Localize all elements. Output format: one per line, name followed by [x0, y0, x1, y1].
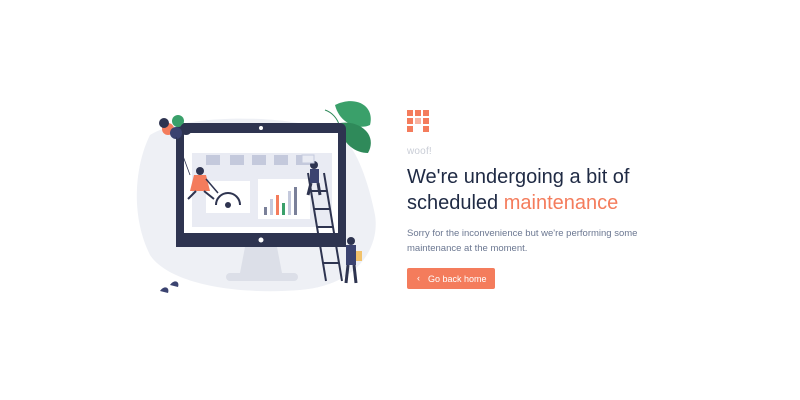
- maintenance-content: woof! We're undergoing a bit of schedule…: [407, 110, 707, 289]
- page-title-line2-prefix: scheduled: [407, 192, 504, 214]
- maintenance-illustration: [130, 95, 390, 305]
- brand-logo-icon: [407, 110, 429, 132]
- page-description: Sorry for the inconvenience but we're pe…: [407, 228, 638, 254]
- maintenance-page: woof! We're undergoing a bit of schedule…: [0, 0, 800, 400]
- monitor-illustration-graphic: [136, 101, 376, 293]
- eyebrow-text: woof!: [407, 146, 432, 157]
- page-title: We're undergoing a bit of scheduled main…: [407, 164, 707, 216]
- go-back-home-button[interactable]: ‹ Go back home: [407, 268, 495, 289]
- page-title-accent: maintenance: [503, 192, 619, 214]
- page-title-line1: We're undergoing a bit of: [407, 166, 630, 188]
- go-back-home-label: Go back home: [428, 273, 487, 284]
- chevron-left-icon: ‹: [417, 273, 420, 283]
